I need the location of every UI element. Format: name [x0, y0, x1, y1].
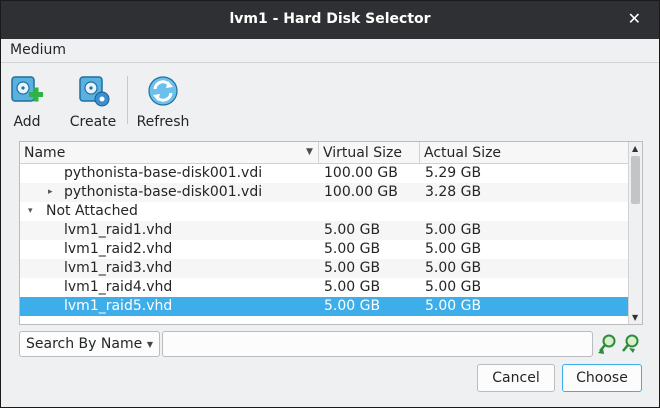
list-item[interactable]: pythonista-base-disk001.vdi 100.00 GB 5.29… — [20, 164, 628, 183]
list-item[interactable]: lvm1_raid5.vhd 5.00 GB 5.00 GB — [20, 297, 628, 316]
menu-medium[interactable]: Medium — [10, 42, 66, 58]
cell-name: Not Attached — [46, 203, 138, 219]
list-item[interactable]: ▸ pythonista-base-disk001.vdi 100.00 GB 3.2… — [20, 183, 628, 202]
create-button[interactable]: Create — [67, 74, 119, 130]
list-item[interactable]: lvm1_raid2.vhd 5.00 GB 5.00 GB — [20, 240, 628, 259]
scrollbar-thumb[interactable] — [631, 156, 640, 204]
column-header-virtual-size[interactable]: Virtual Size — [319, 142, 420, 164]
cell-name: lvm1_raid4.vhd — [64, 279, 173, 295]
toolbar: Add Create Refresh — [1, 64, 659, 134]
add-button[interactable]: Add — [7, 74, 47, 130]
sort-arrow-icon: ▼ — [306, 147, 313, 157]
column-header-name[interactable]: Name — [20, 142, 319, 164]
expand-down-icon[interactable]: ▾ — [28, 202, 33, 221]
cell-virtual-size: 100.00 GB — [324, 165, 398, 181]
cell-actual-size: 5.00 GB — [425, 222, 482, 238]
cell-actual-size: 5.00 GB — [425, 298, 482, 314]
cell-name: lvm1_raid3.vhd — [64, 260, 173, 276]
search-next-icon[interactable] — [620, 333, 640, 355]
cell-actual-size: 5.00 GB — [425, 241, 482, 257]
cancel-button[interactable]: Cancel — [477, 364, 555, 392]
cell-actual-size: 5.00 GB — [425, 279, 482, 295]
add-label: Add — [13, 114, 41, 130]
cell-name: pythonista-base-disk001.vdi — [64, 165, 263, 181]
column-header-actual-size[interactable]: Actual Size — [420, 142, 628, 164]
cell-actual-size: 5.29 GB — [425, 165, 482, 181]
refresh-label: Refresh — [136, 114, 190, 130]
refresh-button[interactable]: Refresh — [135, 74, 191, 130]
menu-bar: Medium — [1, 39, 659, 63]
search-previous-icon[interactable] — [597, 333, 617, 355]
scroll-up-icon[interactable]: ▲ — [632, 144, 638, 153]
scroll-down-icon[interactable]: ▼ — [632, 313, 638, 322]
cell-actual-size: 5.00 GB — [425, 260, 482, 276]
search-mode-dropdown[interactable]: Search By Name ▼ — [19, 331, 160, 357]
disk-add-icon — [11, 76, 43, 102]
vertical-scrollbar[interactable]: ▲ ▼ — [628, 142, 642, 324]
cell-name: lvm1_raid1.vhd — [64, 222, 173, 238]
cell-name: lvm1_raid5.vhd — [64, 298, 173, 314]
cell-name: pythonista-base-disk001.vdi — [64, 184, 263, 200]
title-bar[interactable]: lvm1 - Hard Disk Selector ✕ — [1, 1, 659, 39]
search-field-wrapper — [162, 331, 593, 357]
disk-list[interactable]: Name ▼ Virtual Size Actual Size pythonis… — [19, 141, 643, 325]
search-input[interactable] — [163, 332, 592, 356]
cell-actual-size: 3.28 GB — [425, 184, 482, 200]
search-mode-value: Search By Name — [26, 336, 143, 352]
choose-button[interactable]: Choose — [562, 364, 642, 392]
chevron-down-icon: ▼ — [146, 340, 153, 349]
create-label: Create — [69, 114, 117, 130]
list-item[interactable]: lvm1_raid4.vhd 5.00 GB 5.00 GB — [20, 278, 628, 297]
cell-virtual-size: 5.00 GB — [324, 241, 381, 257]
cell-virtual-size: 100.00 GB — [324, 184, 398, 200]
cell-virtual-size: 5.00 GB — [324, 260, 381, 276]
cell-virtual-size: 5.00 GB — [324, 279, 381, 295]
list-header: Name ▼ Virtual Size Actual Size — [20, 142, 628, 164]
hard-disk-selector-window: lvm1 - Hard Disk Selector ✕ Medium Add C… — [0, 0, 660, 408]
disk-create-icon — [79, 76, 110, 107]
list-item[interactable]: ▾ Not Attached — [20, 202, 628, 221]
cell-virtual-size: 5.00 GB — [324, 222, 381, 238]
cell-virtual-size: 5.00 GB — [324, 298, 381, 314]
toolbar-separator — [127, 76, 128, 124]
cell-name: lvm1_raid2.vhd — [64, 241, 173, 257]
close-icon[interactable]: ✕ — [628, 10, 641, 28]
expand-right-icon[interactable]: ▸ — [48, 183, 53, 202]
window-title: lvm1 - Hard Disk Selector — [229, 11, 431, 27]
refresh-icon — [148, 76, 178, 106]
list-item[interactable]: lvm1_raid1.vhd 5.00 GB 5.00 GB — [20, 221, 628, 240]
list-item[interactable]: lvm1_raid3.vhd 5.00 GB 5.00 GB — [20, 259, 628, 278]
